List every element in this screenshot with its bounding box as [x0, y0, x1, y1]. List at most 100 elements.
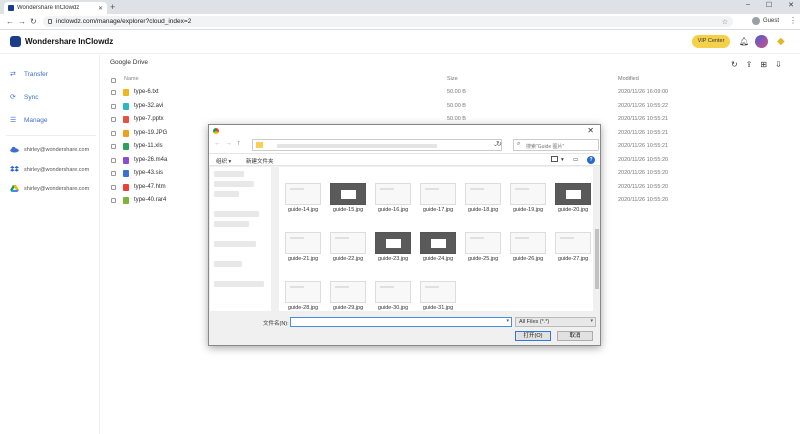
- image-thumbnail[interactable]: guide-25.jpg: [463, 232, 503, 270]
- view-options-icon[interactable]: [551, 156, 558, 162]
- new-folder-icon[interactable]: ⊞: [760, 60, 767, 69]
- preview-pane-icon[interactable]: ▭: [573, 157, 578, 163]
- minimize-icon[interactable]: –: [746, 1, 750, 9]
- image-thumbnail[interactable]: guide-22.jpg: [328, 232, 368, 270]
- tree-item[interactable]: [214, 241, 256, 247]
- image-thumbnail[interactable]: guide-23.jpg: [373, 232, 413, 270]
- file-name[interactable]: type-43.sis: [134, 170, 163, 176]
- chrome-icon: [213, 128, 219, 134]
- vip-center-button[interactable]: VIP Center: [692, 35, 730, 48]
- download-icon[interactable]: ⇩: [775, 60, 782, 69]
- dialog-up-icon[interactable]: ↑: [237, 140, 241, 147]
- file-name[interactable]: type-40.rar4: [134, 197, 166, 203]
- organize-button[interactable]: 组织 ▾: [216, 157, 231, 165]
- column-modified[interactable]: Modified: [618, 76, 639, 82]
- back-icon[interactable]: ←: [6, 17, 14, 26]
- image-thumbnail[interactable]: guide-26.jpg: [508, 232, 548, 270]
- file-name[interactable]: type-7.pptx: [134, 116, 164, 122]
- image-thumbnail[interactable]: guide-16.jpg: [373, 183, 413, 221]
- lock-icon: [48, 19, 52, 24]
- scrollbar-thumb[interactable]: [595, 229, 599, 289]
- dialog-close-icon[interactable]: ✕: [587, 126, 594, 135]
- dialog-refresh-icon[interactable]: ↻: [496, 140, 502, 148]
- app-logo[interactable]: Wondershare InClowdz: [10, 36, 113, 47]
- url-bar[interactable]: inclowdz.com/manage/explorer?cloud_index…: [43, 16, 733, 27]
- column-name[interactable]: Name: [124, 76, 139, 82]
- image-thumbnail[interactable]: guide-17.jpg: [418, 183, 458, 221]
- row-checkbox[interactable]: [111, 90, 116, 95]
- tree-item[interactable]: [214, 211, 259, 217]
- filename-input[interactable]: ▾: [290, 317, 512, 327]
- cancel-button[interactable]: 取消: [557, 331, 593, 341]
- tree-item[interactable]: [214, 171, 244, 177]
- tree-item[interactable]: [214, 281, 264, 287]
- new-folder-button[interactable]: 新建文件夹: [246, 157, 274, 165]
- file-name[interactable]: type-19.JPG: [134, 130, 167, 136]
- reload-icon[interactable]: ↻: [30, 17, 37, 26]
- row-checkbox[interactable]: [111, 198, 116, 203]
- chevron-down-icon[interactable]: ▾: [506, 318, 509, 324]
- image-thumbnail[interactable]: guide-19.jpg: [508, 183, 548, 221]
- help-icon[interactable]: ?: [587, 156, 595, 164]
- tree-item[interactable]: [214, 221, 249, 227]
- tree-scrollbar[interactable]: [271, 167, 278, 311]
- image-thumbnail[interactable]: guide-15.jpg: [328, 183, 368, 221]
- forward-icon[interactable]: →: [18, 17, 26, 26]
- dialog-path-bar[interactable]: ⌄: [252, 139, 502, 151]
- dialog-forward-icon[interactable]: →: [225, 140, 232, 147]
- row-checkbox[interactable]: [111, 130, 116, 136]
- row-checkbox[interactable]: [111, 157, 116, 163]
- sidebar-item-sync[interactable]: ⟳ Sync: [10, 94, 38, 102]
- open-button[interactable]: 打开(O): [515, 331, 551, 341]
- refresh-icon[interactable]: ↻: [731, 60, 738, 69]
- image-thumbnail[interactable]: guide-20.jpg: [553, 183, 593, 221]
- view-dropdown-icon[interactable]: ▾: [561, 157, 564, 163]
- browser-tab[interactable]: Wondershare InClowdz ✕: [4, 2, 107, 14]
- premium-diamond-icon[interactable]: ◆: [777, 36, 785, 47]
- user-avatar[interactable]: [755, 35, 768, 48]
- file-name[interactable]: type-32.avi: [134, 103, 163, 109]
- row-checkbox[interactable]: [111, 103, 116, 109]
- file-grid-scrollbar[interactable]: [594, 167, 600, 311]
- browser-menu-icon[interactable]: ⋮: [789, 16, 797, 25]
- image-thumbnail[interactable]: guide-27.jpg: [553, 232, 593, 270]
- table-row[interactable]: type-6.txt 50.00 B 2020/11/26 16:09:00: [111, 88, 791, 98]
- filetype-select[interactable]: All Files (*.*) ▾: [515, 317, 596, 327]
- dialog-search-input[interactable]: ⌕ 搜索"Guide 图片": [513, 139, 599, 151]
- notification-bell-icon[interactable]: 🔔︎: [739, 37, 749, 46]
- sidebar-item-transfer[interactable]: ⇄ Transfer: [10, 71, 48, 79]
- account-dropbox[interactable]: shirley@wondershare.com: [10, 166, 89, 173]
- image-thumbnail[interactable]: guide-14.jpg: [283, 183, 323, 221]
- close-window-icon[interactable]: ✕: [788, 1, 794, 9]
- select-all-checkbox[interactable]: [111, 78, 116, 83]
- tree-item[interactable]: [214, 191, 239, 197]
- dialog-folder-tree[interactable]: [210, 167, 278, 311]
- column-size[interactable]: Size: [447, 76, 458, 82]
- file-name[interactable]: type-11.xls: [134, 143, 163, 149]
- image-thumbnail[interactable]: guide-18.jpg: [463, 183, 503, 221]
- upload-icon[interactable]: ⇪: [746, 60, 753, 69]
- row-checkbox[interactable]: [111, 117, 116, 122]
- profile-button[interactable]: Guest: [752, 17, 779, 25]
- file-name[interactable]: type-6.txt: [134, 89, 159, 95]
- dialog-back-icon[interactable]: ←: [214, 140, 221, 147]
- maximize-icon[interactable]: ☐: [766, 1, 772, 9]
- close-tab-icon[interactable]: ✕: [98, 5, 103, 12]
- table-row[interactable]: type-32.avi 50.00 B 2020/11/26 10:55:22: [111, 102, 791, 112]
- tree-item[interactable]: [214, 261, 242, 267]
- row-checkbox[interactable]: [111, 144, 116, 149]
- row-checkbox[interactable]: [111, 171, 116, 176]
- bookmark-star-icon[interactable]: ☆: [722, 18, 728, 26]
- account-google-drive[interactable]: shirley@wondershare.com: [10, 185, 89, 192]
- image-thumbnail[interactable]: guide-24.jpg: [418, 232, 458, 270]
- file-name[interactable]: type-26.m4a: [134, 157, 167, 163]
- thumbnail-label: guide-23.jpg: [377, 256, 409, 262]
- file-name[interactable]: type-47.htm: [134, 184, 166, 190]
- account-onedrive[interactable]: shirley@wondershare.com: [10, 146, 89, 153]
- row-checkbox[interactable]: [111, 184, 116, 190]
- image-thumbnail[interactable]: guide-21.jpg: [283, 232, 323, 270]
- sidebar-item-manage[interactable]: ☰ Manage: [10, 117, 48, 125]
- breadcrumb[interactable]: Google Drive: [110, 59, 148, 66]
- tree-item[interactable]: [214, 181, 254, 187]
- new-tab-button[interactable]: +: [110, 2, 115, 12]
